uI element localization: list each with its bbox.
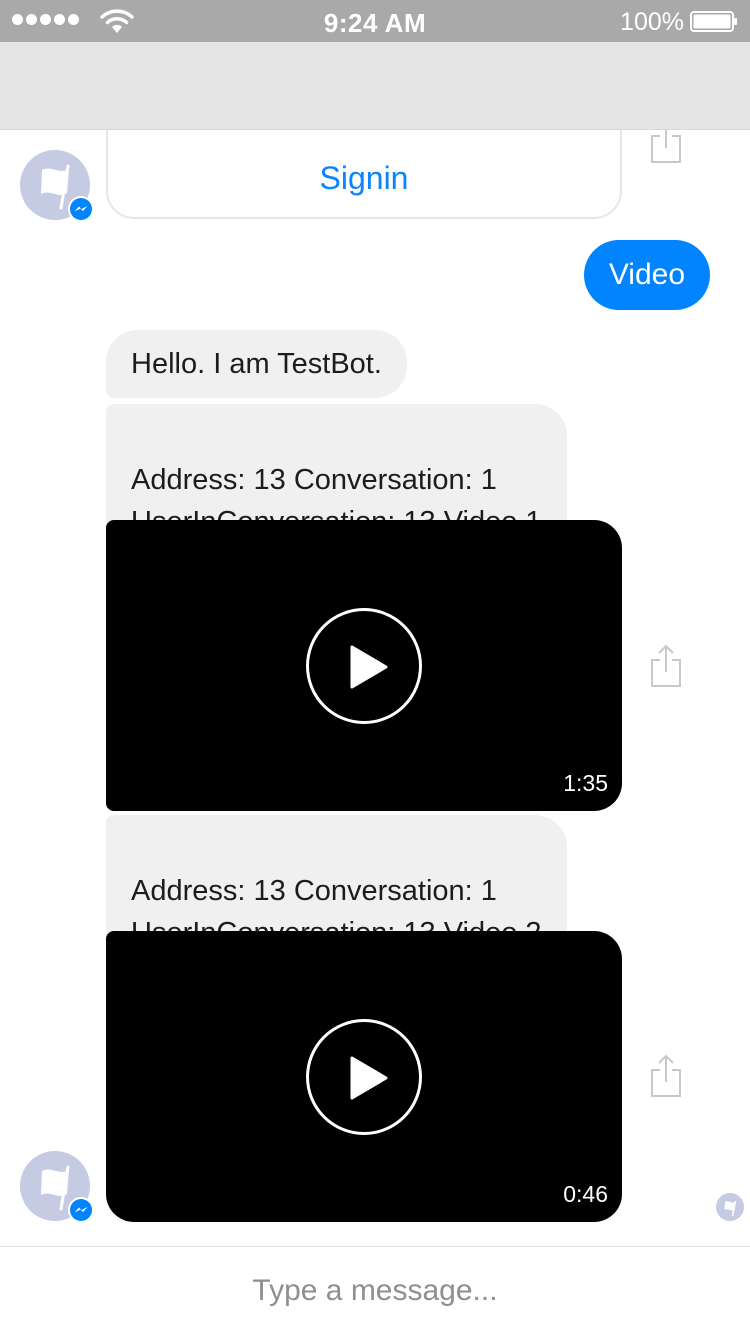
- bot-avatar[interactable]: [20, 150, 94, 222]
- nav-bar: [0, 42, 750, 130]
- bot-avatar[interactable]: [20, 1151, 94, 1223]
- play-icon: [350, 1056, 388, 1100]
- messenger-badge-icon: [68, 196, 94, 222]
- incoming-message[interactable]: Hello. I am TestBot.: [106, 330, 407, 398]
- message-composer: [0, 1246, 750, 1334]
- signin-button[interactable]: Signin: [320, 160, 409, 197]
- video-duration: 0:46: [563, 1181, 608, 1207]
- seen-avatar-icon: [714, 1191, 746, 1223]
- messenger-badge-icon: [68, 1197, 94, 1223]
- share-icon[interactable]: [648, 130, 684, 164]
- video-attachment[interactable]: 1:35: [106, 520, 622, 811]
- video-duration: 1:35: [563, 770, 608, 796]
- share-icon[interactable]: [648, 644, 684, 688]
- play-icon: [350, 645, 388, 689]
- share-icon[interactable]: [648, 1054, 684, 1098]
- play-button[interactable]: [306, 1019, 422, 1135]
- message-input[interactable]: [0, 1247, 750, 1334]
- video-attachment[interactable]: 0:46: [106, 931, 622, 1222]
- outgoing-message-text: Video: [608, 258, 685, 291]
- signin-card: Signin: [106, 130, 622, 219]
- battery-percent: 100%: [620, 8, 684, 36]
- outgoing-message[interactable]: Video: [583, 240, 710, 310]
- status-bar: 9:24 AM 100%: [0, 0, 750, 42]
- battery-icon: [690, 11, 737, 32]
- incoming-message-text: Hello. I am TestBot.: [131, 348, 382, 380]
- play-button[interactable]: [306, 608, 422, 724]
- chat-thread[interactable]: Signin Video Hello. I am TestBot. Addres…: [0, 130, 750, 1246]
